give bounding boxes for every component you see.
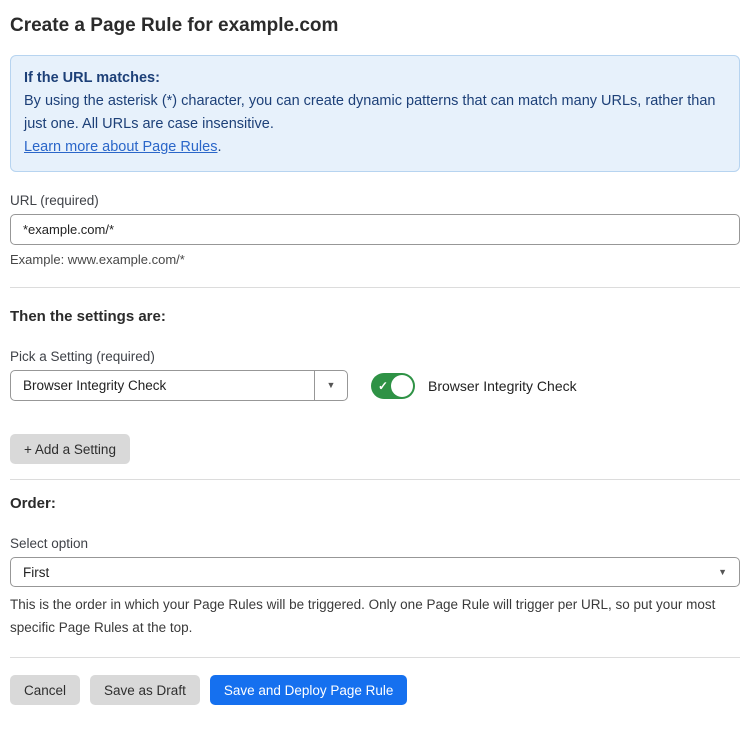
url-match-info-box: If the URL matches: By using the asteris… xyxy=(10,55,740,172)
divider xyxy=(10,287,740,288)
setting-picker-label: Pick a Setting (required) xyxy=(10,349,740,364)
setting-toggle-group: ✓ Browser Integrity Check xyxy=(371,373,577,399)
order-select-label: Select option xyxy=(10,536,740,551)
add-setting-button[interactable]: + Add a Setting xyxy=(10,434,130,464)
learn-more-link[interactable]: Learn more about Page Rules xyxy=(24,139,217,155)
info-box-heading: If the URL matches: xyxy=(24,67,726,90)
caret-down-icon: ▼ xyxy=(327,381,336,390)
info-box-link-line: Learn more about Page Rules. xyxy=(24,136,726,159)
page-title: Create a Page Rule for example.com xyxy=(10,14,740,37)
cancel-button[interactable]: Cancel xyxy=(10,675,80,705)
order-section-heading: Order: xyxy=(10,495,740,512)
url-example-helper: Example: www.example.com/* xyxy=(10,252,740,267)
save-as-draft-button[interactable]: Save as Draft xyxy=(90,675,200,705)
toggle-label: Browser Integrity Check xyxy=(428,378,577,394)
order-select-value: First xyxy=(11,565,718,580)
url-input[interactable] xyxy=(10,214,740,245)
setting-dropdown-value: Browser Integrity Check xyxy=(11,378,314,393)
save-and-deploy-button[interactable]: Save and Deploy Page Rule xyxy=(210,675,408,705)
footer-actions: Cancel Save as Draft Save and Deploy Pag… xyxy=(10,675,740,705)
caret-down-icon: ▼ xyxy=(718,568,739,577)
info-box-body: By using the asterisk (*) character, you… xyxy=(24,90,726,136)
browser-integrity-check-toggle[interactable]: ✓ xyxy=(371,373,415,399)
order-helper-text: This is the order in which your Page Rul… xyxy=(10,593,740,639)
toggle-knob xyxy=(391,375,413,397)
divider xyxy=(10,479,740,480)
setting-dropdown-arrow-segment[interactable]: ▼ xyxy=(314,371,347,400)
check-icon: ✓ xyxy=(378,379,388,393)
setting-dropdown[interactable]: Browser Integrity Check ▼ xyxy=(10,370,348,401)
order-select[interactable]: First ▼ xyxy=(10,557,740,587)
url-field-label: URL (required) xyxy=(10,193,740,208)
page-rule-form: Create a Page Rule for example.com If th… xyxy=(0,14,750,705)
setting-picker-row: Browser Integrity Check ▼ ✓ Browser Inte… xyxy=(10,370,740,401)
divider xyxy=(10,657,740,658)
link-suffix: . xyxy=(217,139,221,155)
settings-section-heading: Then the settings are: xyxy=(10,308,740,325)
